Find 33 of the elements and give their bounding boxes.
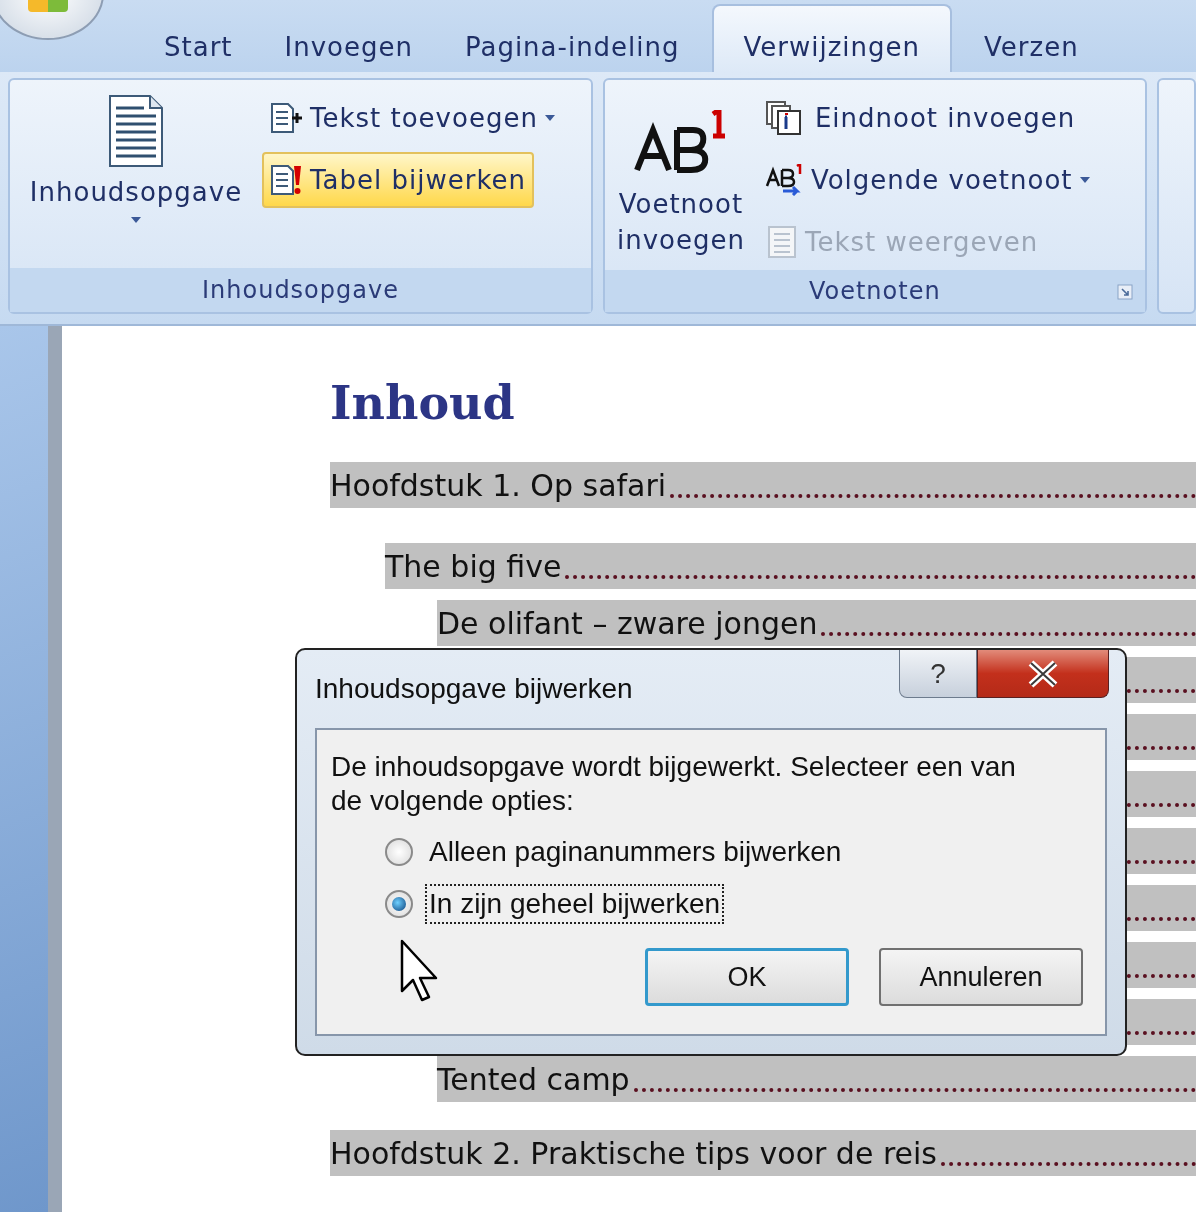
toc-entry[interactable]: The big five xyxy=(385,548,562,584)
radio-button[interactable] xyxy=(385,838,413,866)
update-table-icon xyxy=(270,164,304,196)
toc-entry[interactable]: Tented camp xyxy=(437,1061,630,1097)
radio-label[interactable]: In zijn geheel bijwerken xyxy=(425,884,725,924)
add-text-icon xyxy=(270,103,304,133)
ribbon-tab[interactable]: Verwijzingen xyxy=(711,4,953,72)
ribbon-tab[interactable]: Start xyxy=(138,18,259,72)
group-label: Voetnoten xyxy=(808,277,941,305)
dialog-button[interactable]: OK xyxy=(645,948,849,1006)
dialog-button[interactable]: Annuleren xyxy=(879,948,1083,1006)
toc-heading: Inhoud xyxy=(330,376,516,430)
dialog-launcher-icon[interactable] xyxy=(1116,284,1133,300)
dialog-message: De inhoudsopgave wordt bijgewerkt. Selecteer een van de volgende opties: xyxy=(331,750,1017,818)
dropdown-arrow-icon xyxy=(130,216,142,224)
close-button[interactable] xyxy=(977,650,1109,698)
ribbon-tab[interactable]: Verzen xyxy=(958,18,1105,72)
dropdown-arrow-icon xyxy=(1078,176,1091,184)
large-ribbon-button[interactable]: Voetnoot invoegen xyxy=(610,86,751,270)
dropdown-arrow-icon xyxy=(543,114,556,122)
ribbon-button[interactable]: Eindnoot invoegen xyxy=(756,90,1084,146)
ribbon-button[interactable]: Volgende voetnoot xyxy=(756,152,1099,208)
ribbon-button[interactable]: Tabel bijwerken xyxy=(262,152,534,208)
document-icon xyxy=(106,94,166,168)
radio-button[interactable] xyxy=(385,890,413,918)
ribbon-tab[interactable]: Pagina-indeling xyxy=(438,18,706,72)
group-label: Inhoudsopgave xyxy=(202,276,399,304)
help-button[interactable]: ? xyxy=(899,650,977,698)
ribbon-tab[interactable]: Invoegen xyxy=(258,18,439,72)
ribbon-button[interactable]: Tekst toevoegen xyxy=(262,90,564,146)
dialog-title: Inhoudsopgave bijwerken xyxy=(315,673,633,705)
large-ribbon-button[interactable]: Inhoudsopgave xyxy=(16,86,256,268)
radio-label[interactable]: Alleen paginanummers bijwerken xyxy=(425,832,846,872)
